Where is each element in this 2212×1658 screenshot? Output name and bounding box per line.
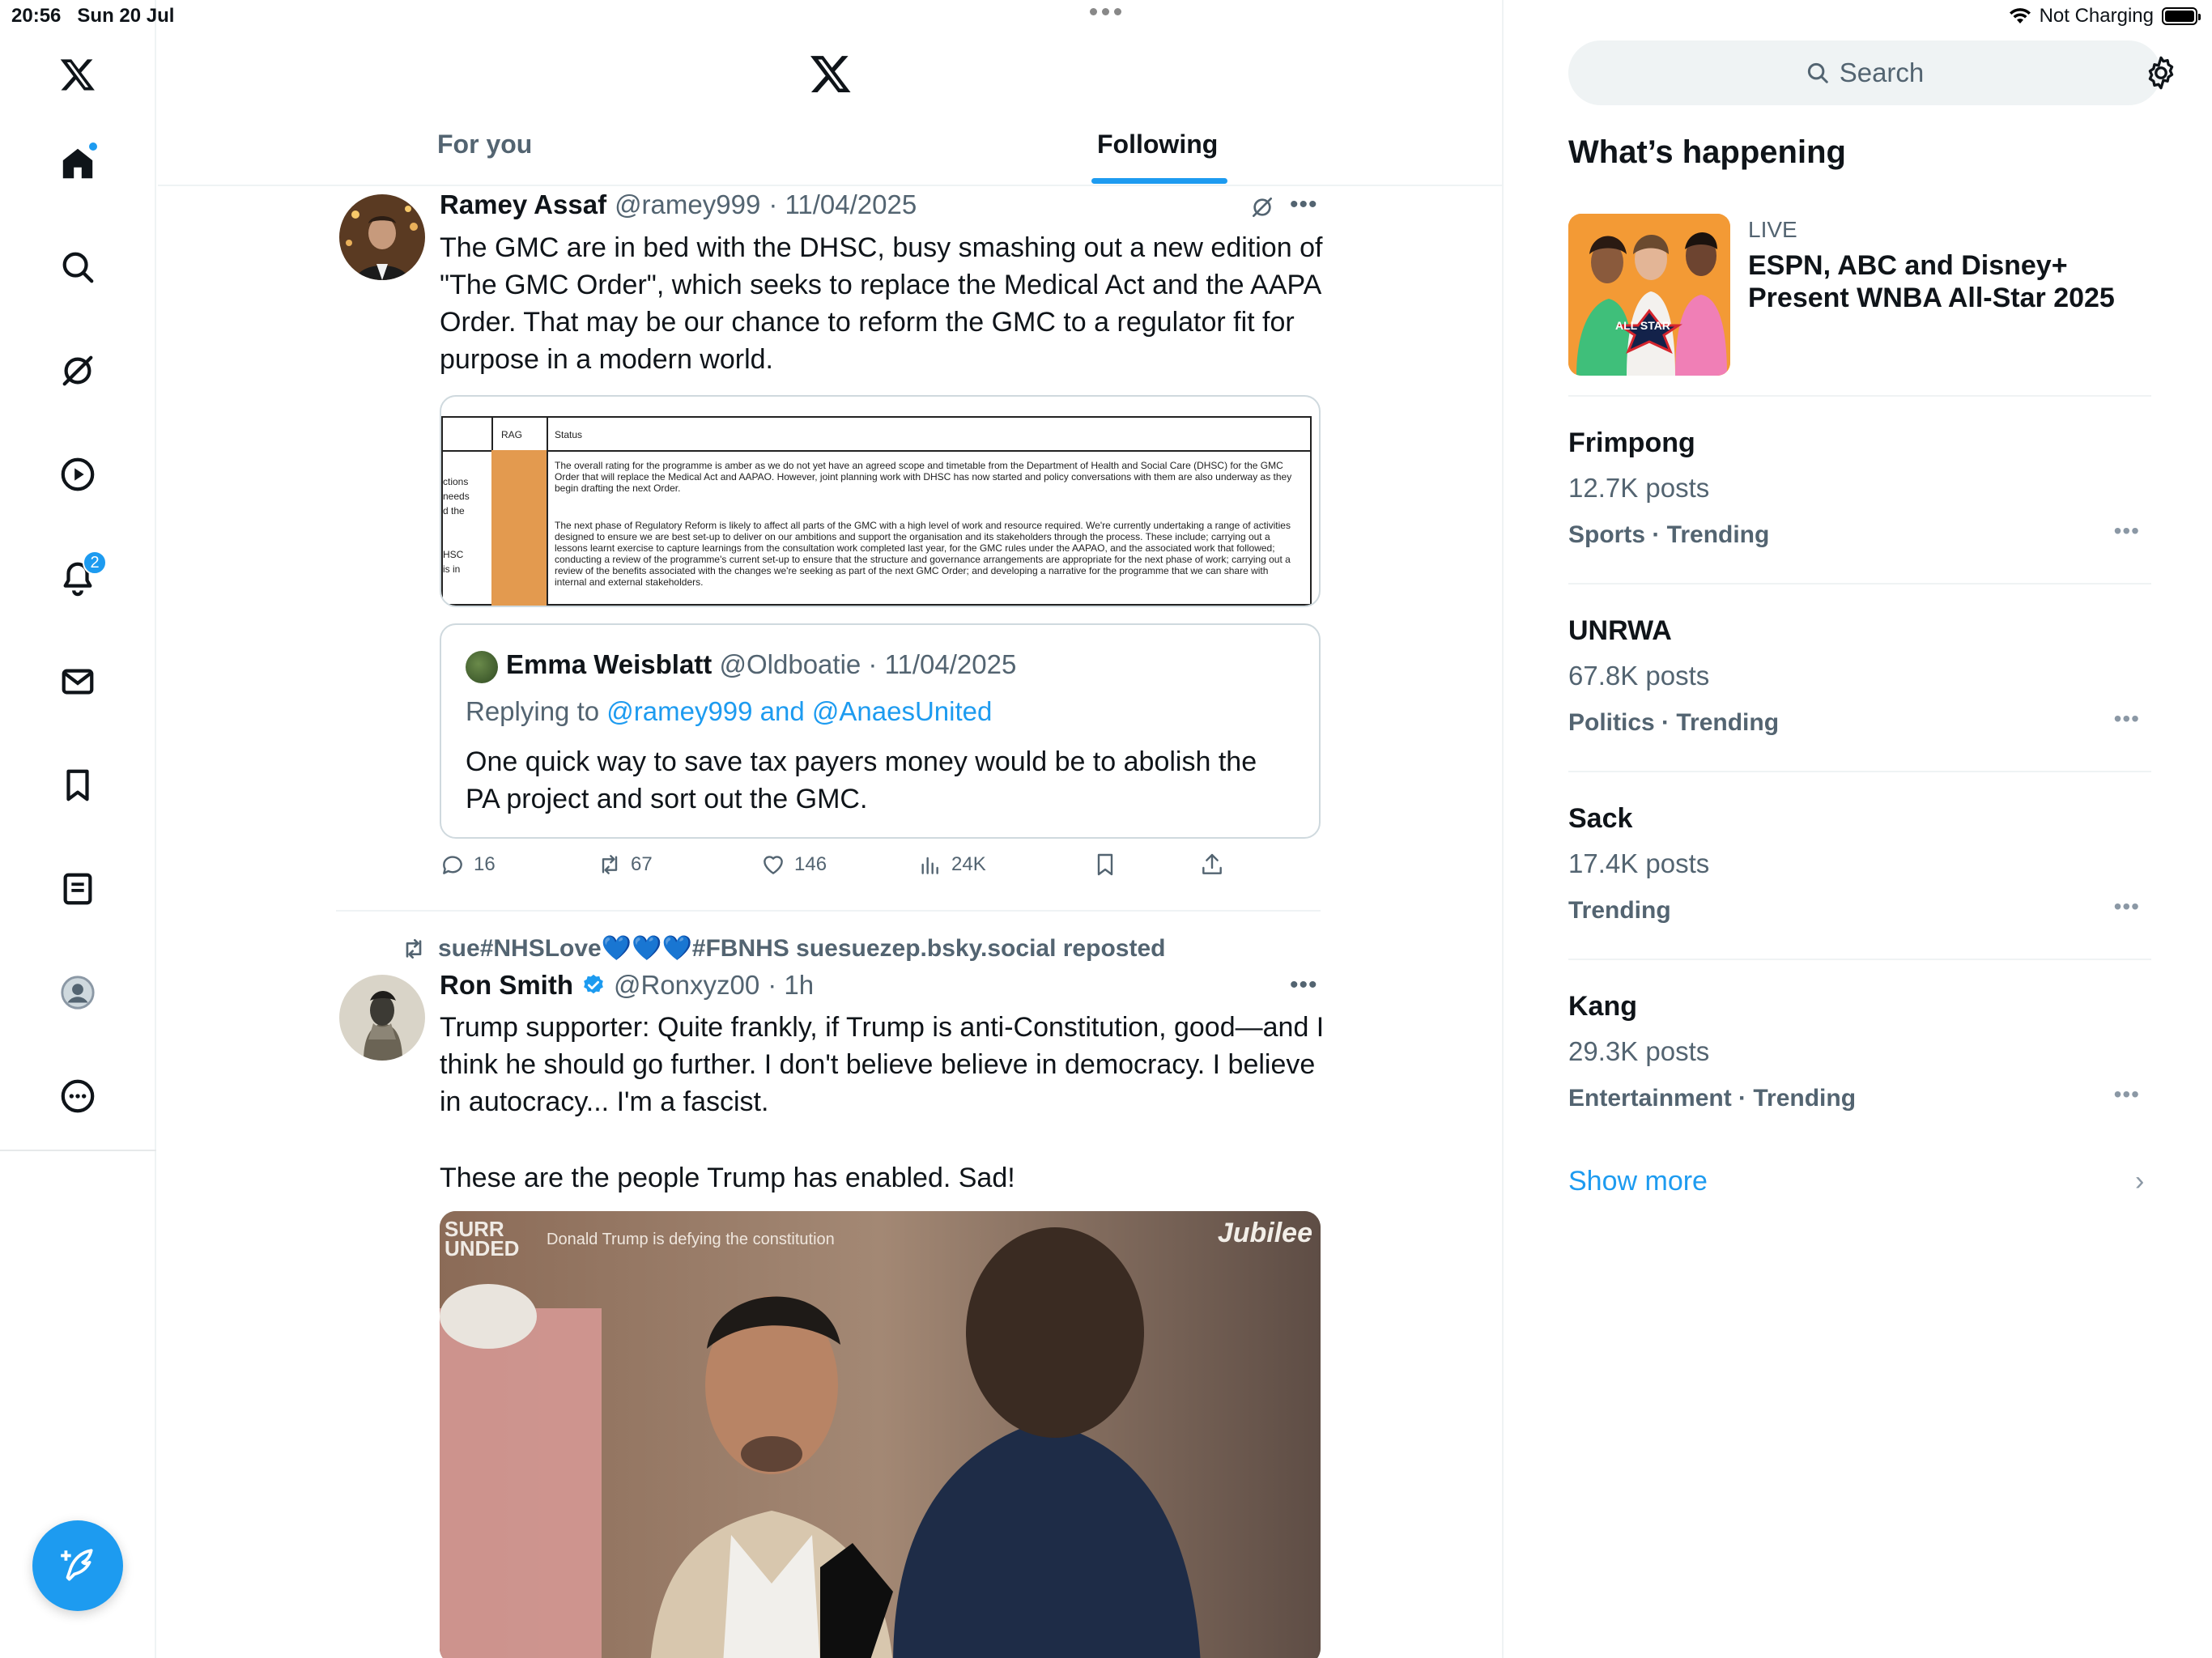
divider [1568, 583, 2151, 585]
tweet-date[interactable]: · 1h [768, 970, 814, 1001]
messages-icon[interactable] [52, 656, 104, 708]
more-options-icon[interactable]: ••• [2114, 1082, 2140, 1107]
bookmarks-icon[interactable] [52, 759, 104, 811]
tweet-text: Trump supporter: Quite frankly, if Trump… [440, 1012, 1325, 1117]
tab-for-you[interactable]: For you [437, 130, 532, 159]
whats-happening-title: What’s happening [1568, 134, 1846, 170]
video-caption: Donald Trump is defying the constitution [547, 1231, 835, 1248]
compose-button[interactable] [32, 1520, 123, 1611]
trend-name: Kang [1568, 991, 1637, 1022]
battery-icon [2162, 7, 2201, 25]
search-placeholder: Search [1839, 57, 1925, 87]
more-options-icon[interactable]: ••• [2114, 518, 2140, 544]
x-logo-icon[interactable] [809, 52, 853, 96]
trend-name: UNRWA [1568, 615, 1672, 646]
trend-posts: 67.8K posts [1568, 661, 1710, 691]
grok-icon[interactable] [52, 345, 104, 397]
left-nav: 2 [0, 0, 156, 1658]
trend-item[interactable]: Sack 17.4K posts Trending ••• [1568, 803, 2151, 965]
more-options-icon[interactable]: ••• [2114, 894, 2140, 920]
charging-status: Not Charging [2039, 5, 2154, 27]
trend-item[interactable]: Frimpong 12.7K posts Sports · Trending •… [1568, 427, 2151, 589]
live-event-title[interactable]: ESPN, ABC and Disney+ Present WNBA All-S… [1748, 249, 2169, 314]
search-icon[interactable] [52, 241, 104, 293]
video-icon[interactable] [52, 449, 104, 500]
divider [1568, 959, 2151, 960]
more-options-icon[interactable]: ••• [1290, 971, 1318, 999]
status-right: Not Charging [2009, 5, 2201, 28]
chevron-right-icon[interactable]: › [2135, 1166, 2144, 1197]
repost-icon [406, 938, 422, 959]
trend-name: Frimpong [1568, 427, 1695, 458]
search-icon [1807, 62, 1828, 83]
search-input[interactable]: Search [1568, 40, 2161, 105]
tweet[interactable]: sue#NHSLove💙💙💙#FBNHS suesuezep.bsky.soci… [158, 0, 1502, 1658]
trend-category: Politics · Trending [1568, 709, 1780, 736]
video-logo-left: SURR UNDED [445, 1217, 520, 1261]
live-event-image[interactable]: ALL STAR [1568, 214, 1730, 376]
divider [1568, 771, 2151, 772]
lists-icon[interactable] [52, 863, 104, 915]
tweet-text: These are the people Trump has enabled. … [440, 1163, 1015, 1193]
trend-posts: 17.4K posts [1568, 848, 1710, 878]
trend-category: Sports · Trending [1568, 521, 1770, 548]
home-badge [87, 141, 99, 152]
more-options-icon[interactable]: ••• [2114, 706, 2140, 732]
more-icon[interactable] [52, 1070, 104, 1122]
status-bar: 20:56 Sun 20 Jul Not Charging [0, 0, 2212, 32]
tab-following[interactable]: Following [1097, 130, 1218, 159]
trend-category: Trending [1568, 897, 1671, 924]
author-handle[interactable]: @Ronxyz00 [614, 970, 759, 1001]
trend-item[interactable]: Kang 29.3K posts Entertainment · Trendin… [1568, 991, 2151, 1153]
status-time: 20:56 Sun 20 Jul [11, 5, 175, 27]
reposted-by[interactable]: sue#NHSLove💙💙💙#FBNHS suesuezep.bsky.soci… [401, 934, 1165, 963]
tweet-author-line: Ron Smith @Ronxyz00 · 1h [440, 970, 814, 1001]
trend-posts: 29.3K posts [1568, 1036, 1710, 1066]
reposted-by-text: sue#NHSLove💙💙💙#FBNHS suesuezep.bsky.soci… [438, 935, 1166, 962]
timeline: For you Following Ramey Assaf @ramey999 … [158, 0, 1502, 1658]
trend-posts: 12.7K posts [1568, 473, 1710, 503]
settings-gear-icon[interactable] [2143, 55, 2179, 91]
x-logo-icon[interactable] [52, 49, 104, 100]
wifi-icon [2009, 8, 2031, 23]
trend-item[interactable]: UNRWA 67.8K posts Politics · Trending ••… [1568, 615, 2151, 777]
tab-active-indicator [1091, 178, 1227, 184]
compose-icon [61, 1549, 93, 1581]
verified-badge-icon [581, 973, 606, 997]
right-sidebar: Search What’s happening ALL STAR LIVE ES… [1504, 0, 2212, 1658]
divider [1568, 395, 2151, 397]
nav-divider [0, 1150, 156, 1151]
video-logo-right: Jubilee [1217, 1218, 1312, 1248]
multitasking-handle[interactable] [1090, 8, 1121, 15]
notifications-count-badge: 2 [83, 551, 107, 575]
show-more-link[interactable]: Show more [1568, 1166, 1708, 1197]
live-badge-text: ALL STAR [1615, 319, 1670, 332]
home-icon[interactable] [52, 138, 104, 189]
notifications-icon[interactable]: 2 [52, 551, 107, 604]
live-label: LIVE [1748, 217, 1797, 242]
avatar[interactable] [339, 975, 425, 1061]
author-name[interactable]: Ron Smith [440, 970, 573, 1001]
video-frame [440, 1211, 1321, 1658]
tweet-video[interactable]: SURR UNDED Donald Trump is defying the c… [440, 1211, 1321, 1658]
profile-icon[interactable] [52, 967, 104, 1018]
trend-name: Sack [1568, 803, 1633, 834]
trend-category: Entertainment · Trending [1568, 1085, 1857, 1112]
